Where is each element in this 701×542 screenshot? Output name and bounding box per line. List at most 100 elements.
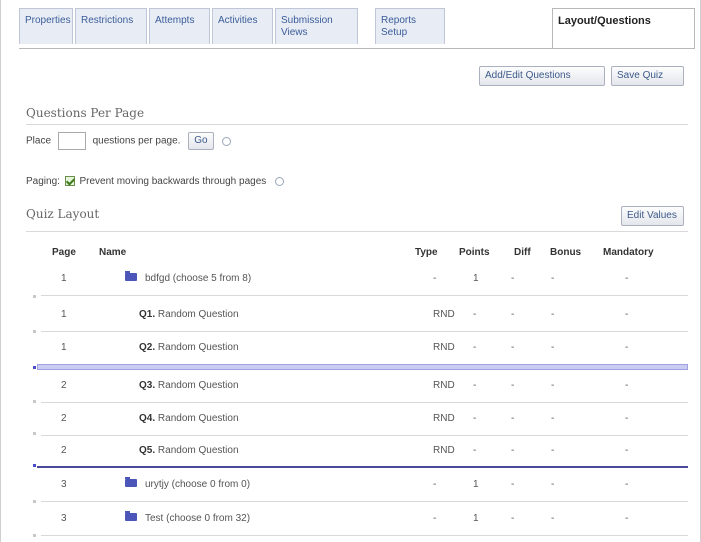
row-type: RND <box>433 413 455 424</box>
table-row[interactable]: 1 Q2. Random Question RND - - - - <box>41 333 688 365</box>
drag-marker-active <box>33 464 36 467</box>
col-header-page: Page <box>52 247 76 258</box>
row-type: - <box>433 513 437 524</box>
question-title: Random Question <box>157 342 239 353</box>
page-break-drop-zone[interactable] <box>37 364 688 370</box>
drag-marker <box>33 330 36 333</box>
help-icon[interactable] <box>222 136 232 146</box>
quiz-layout-panel: Properties Restrictions Attempts Activit… <box>0 0 701 542</box>
row-type: - <box>433 273 437 284</box>
tab-divider <box>19 48 695 49</box>
question-number: Q1. <box>139 309 156 320</box>
question-title: Random Question <box>157 445 239 456</box>
question-title: Random Question <box>157 413 239 424</box>
help-icon[interactable] <box>275 176 285 186</box>
questions-per-page-input[interactable] <box>57 132 86 150</box>
row-bonus: - <box>551 479 555 490</box>
go-button[interactable]: Go <box>188 132 214 150</box>
section-divider <box>26 231 688 232</box>
row-page: 1 <box>61 342 67 353</box>
tab-attempts[interactable]: Attempts <box>149 8 210 44</box>
row-bonus: - <box>551 413 555 424</box>
edit-values-button[interactable]: Edit Values <box>621 206 684 226</box>
row-diff: - <box>511 273 515 284</box>
prevent-backwards-checkbox[interactable] <box>64 176 75 187</box>
row-page: 1 <box>61 309 67 320</box>
table-row[interactable]: 1 bdfgd (choose 5 from 8) - 1 - - - <box>41 264 688 296</box>
row-bonus: - <box>551 273 555 284</box>
row-name: Test (choose 0 from 32) <box>125 511 251 524</box>
table-row[interactable]: 1 Q1. Random Question RND - - - - <box>41 300 688 332</box>
tab-layout-questions[interactable]: Layout/Questions <box>552 8 695 49</box>
row-points: - <box>473 445 477 456</box>
folder-icon <box>125 511 137 522</box>
row-mandatory: - <box>625 342 629 353</box>
row-page: 1 <box>61 273 67 284</box>
drag-marker <box>33 400 36 403</box>
folder-icon <box>125 271 137 282</box>
row-diff: - <box>511 413 515 424</box>
row-points: 1 <box>473 273 479 284</box>
row-diff: - <box>511 342 515 353</box>
col-header-points: Points <box>459 247 490 258</box>
section-divider <box>26 124 688 125</box>
table-row[interactable]: 2 Q4. Random Question RND - - - - <box>41 404 688 436</box>
table-row[interactable]: 3 urytjy (choose 0 from 0) - 1 - - - <box>41 470 688 502</box>
drag-marker-active <box>33 366 36 369</box>
row-mandatory: - <box>625 273 629 284</box>
row-points: - <box>473 342 477 353</box>
quiz-layout-title: Quiz Layout <box>26 207 100 221</box>
question-title: Random Question <box>157 380 239 391</box>
paging-label: Paging: <box>26 176 60 187</box>
table-row[interactable]: 2 Q5. Random Question RND - - - - <box>41 436 688 467</box>
row-name: Q1. Random Question <box>139 309 239 320</box>
row-mandatory: - <box>625 479 629 490</box>
section-name: urytjy (choose 0 from 0) <box>145 479 251 490</box>
row-type: RND <box>433 380 455 391</box>
row-diff: - <box>511 445 515 456</box>
drag-marker <box>33 534 36 537</box>
row-points: - <box>473 309 477 320</box>
row-name: Q4. Random Question <box>139 413 239 424</box>
table-row[interactable]: 2 Q3. Random Question RND - - - - <box>41 371 688 403</box>
row-mandatory: - <box>625 413 629 424</box>
row-name: Q2. Random Question <box>139 342 239 353</box>
page-break-line[interactable] <box>37 466 688 468</box>
row-points: 1 <box>473 513 479 524</box>
row-type: RND <box>433 445 455 456</box>
question-number: Q5. <box>139 445 156 456</box>
row-page: 2 <box>61 413 67 424</box>
row-type: RND <box>433 309 455 320</box>
col-header-name: Name <box>99 247 127 258</box>
table-row[interactable]: 3 Test (choose 0 from 32) - 1 - - - <box>41 504 688 536</box>
row-bonus: - <box>551 342 555 353</box>
section-name: Test (choose 0 from 32) <box>145 513 251 524</box>
row-bonus: - <box>551 513 555 524</box>
place-label: Place <box>26 135 52 147</box>
tab-submission-views[interactable]: Submission Views <box>275 8 358 44</box>
row-mandatory: - <box>625 445 629 456</box>
save-quiz-button[interactable]: Save Quiz <box>611 66 684 86</box>
drag-marker <box>33 295 36 298</box>
tab-reports-setup[interactable]: Reports Setup <box>375 8 445 44</box>
row-diff: - <box>511 380 515 391</box>
row-page: 2 <box>61 445 67 456</box>
tab-activities[interactable]: Activities <box>212 8 273 44</box>
row-bonus: - <box>551 380 555 391</box>
row-points: - <box>473 380 477 391</box>
row-name: Q3. Random Question <box>139 380 239 391</box>
row-name: Q5. Random Question <box>139 445 239 456</box>
row-diff: - <box>511 479 515 490</box>
row-mandatory: - <box>625 309 629 320</box>
question-number: Q4. <box>139 413 156 424</box>
tab-restrictions[interactable]: Restrictions <box>75 8 147 44</box>
row-mandatory: - <box>625 513 629 524</box>
col-header-mandatory: Mandatory <box>603 247 654 258</box>
row-page: 2 <box>61 380 67 391</box>
col-header-type: Type <box>415 247 438 258</box>
tab-properties[interactable]: Properties <box>19 8 73 44</box>
drag-marker <box>33 500 36 503</box>
row-bonus: - <box>551 445 555 456</box>
add-edit-questions-button[interactable]: Add/Edit Questions <box>479 66 605 86</box>
paging-row: Paging: Prevent moving backwards through… <box>26 176 285 187</box>
